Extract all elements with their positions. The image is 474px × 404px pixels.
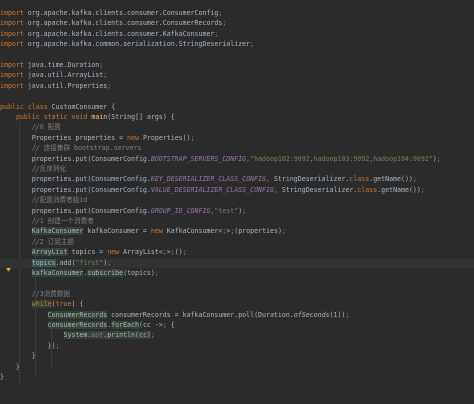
code-line[interactable]: //反序列化 (0, 165, 474, 174)
code-line[interactable]: import org.apache.kafka.clients.consumer… (0, 30, 474, 39)
code-line[interactable]: //0 配置 (0, 123, 474, 132)
code-line[interactable]: import org.apache.kafka.common.serializa… (0, 40, 474, 49)
code-line[interactable]: }); (0, 342, 474, 351)
code-line[interactable]: import org.apache.kafka.clients.consumer… (0, 9, 474, 18)
code-line[interactable]: while(true) { (0, 300, 474, 309)
code-line[interactable]: properties.put(ConsumerConfig.GROUP_ID_C… (0, 207, 474, 216)
code-line[interactable]: //3消费数据 (0, 290, 474, 299)
code-line[interactable]: import java.util.Properties; (0, 82, 474, 91)
code-line[interactable]: } (0, 363, 474, 372)
code-line[interactable]: //配置消费者组id (0, 196, 474, 205)
code-line[interactable] (0, 51, 474, 60)
code-line[interactable]: KafkaConsumer kafkaConsumer = new KafkaC… (0, 227, 474, 236)
code-line[interactable]: properties.put(ConsumerConfig.VALUE_DESE… (0, 186, 474, 195)
code-line[interactable]: topics.add("first"); (0, 258, 474, 268)
code-line[interactable]: } (0, 373, 474, 382)
code-line[interactable]: //1 创建一个消费者 (0, 217, 474, 226)
code-line[interactable]: properties.put(ConsumerConfig.BOOTSTRAP_… (0, 155, 474, 164)
code-line[interactable]: public class CustomConsumer { (0, 103, 474, 112)
code-line[interactable]: ArrayList topics = new ArrayList<;>;(); (0, 248, 474, 257)
code-line[interactable]: System.out.println(cc); (0, 331, 474, 340)
code-line[interactable]: // 连接集群 bootstrap.servers (0, 144, 474, 153)
code-editor[interactable]: import org.apache.kafka.clients.consumer… (0, 0, 474, 404)
code-line[interactable] (0, 92, 474, 101)
code-line[interactable]: ConsumerRecords consumerRecords = kafkaC… (0, 310, 474, 320)
code-line[interactable]: kafkaConsumer.subscribe(topics); (0, 269, 474, 278)
code-line[interactable]: Properties properties = new Properties()… (0, 134, 474, 143)
code-line[interactable] (0, 279, 474, 288)
code-line[interactable]: properties.put(ConsumerConfig.KEY_DESERI… (0, 175, 474, 184)
code-line[interactable]: import org.apache.kafka.clients.consumer… (0, 19, 474, 28)
code-line[interactable]: public static void main(String[] args) { (0, 113, 474, 122)
code-line[interactable]: import java.util.ArrayList; (0, 71, 474, 80)
code-line[interactable]: } (0, 352, 474, 361)
code-line[interactable]: //2 订阅主题 (0, 238, 474, 247)
code-line[interactable]: consumerRecords.forEach(cc ->; { (0, 321, 474, 330)
code-line[interactable]: import java.time.Duration; (0, 61, 474, 70)
